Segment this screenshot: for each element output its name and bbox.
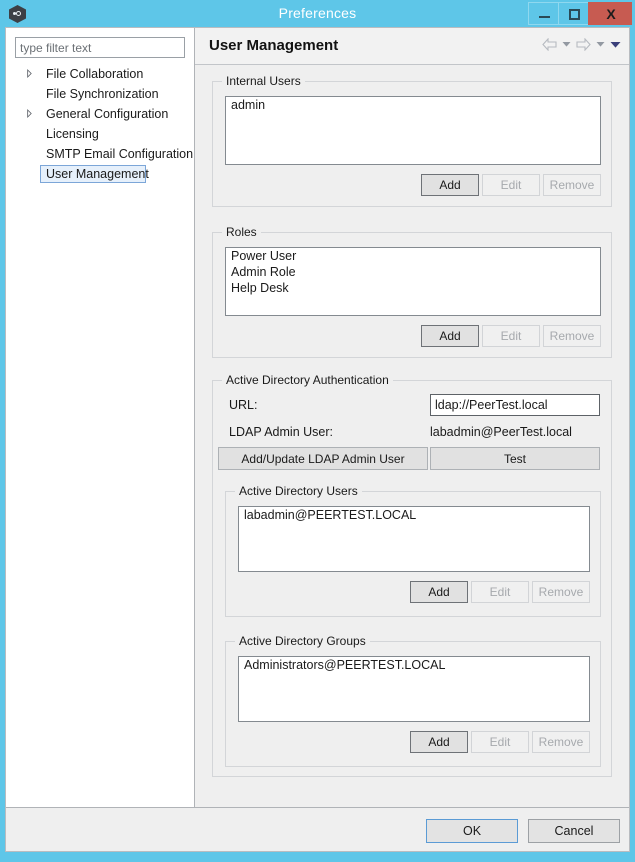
close-icon: X [606,6,616,22]
ad-users-remove-button: Remove [532,581,590,603]
active-directory-groups-group: Active Directory Groups Administrators@P… [225,634,601,767]
list-item[interactable]: Admin Role [226,264,600,280]
internal-users-list[interactable]: admin [225,96,601,165]
maximize-button[interactable] [558,2,589,25]
add-update-ldap-admin-user-button[interactable]: Add/Update LDAP Admin User [218,447,428,470]
group-title: Active Directory Users [235,484,362,498]
test-button[interactable]: Test [430,447,600,470]
page-title: User Management [209,37,339,54]
sidebar-item-user-management[interactable]: User Management [6,164,194,184]
ok-button[interactable]: OK [426,819,518,843]
sidebar-item-smtp-email-configuration[interactable]: SMTP Email Configuration [6,144,194,164]
back-arrow-icon[interactable] [542,38,557,51]
group-title: Active Directory Authentication [222,373,393,387]
roles-remove-button: Remove [543,325,601,347]
preferences-tree: File Collaboration File Synchronization … [6,64,194,184]
sidebar-item-label: File Collaboration [46,67,144,81]
window-controls: X [528,2,632,25]
dialog-body: File Collaboration File Synchronization … [5,27,630,852]
dialog-footer: OK Cancel [6,807,629,851]
ad-users-edit-button: Edit [471,581,529,603]
roles-group: Roles Power User Admin Role Help Desk Ad… [212,225,612,358]
active-directory-users-group: Active Directory Users labadmin@PEERTEST… [225,484,601,617]
navigation-icons [542,38,621,51]
expand-arrow-icon[interactable] [27,109,32,118]
internal-users-remove-button: Remove [543,174,601,196]
active-directory-authentication-group: Active Directory Authentication URL: LDA… [212,373,612,777]
close-button[interactable]: X [588,2,632,25]
sidebar-item-file-synchronization[interactable]: File Synchronization [6,84,194,104]
filter-input[interactable] [15,37,185,58]
preferences-window: Preferences X File Collaboratio [0,0,635,862]
preferences-tree-panel: File Collaboration File Synchronization … [6,28,195,807]
content-scroll-area[interactable]: Internal Users admin Add Edit Remove Rol… [195,65,629,807]
expand-arrow-icon[interactable] [27,69,32,78]
sidebar-item-file-collaboration[interactable]: File Collaboration [6,64,194,84]
group-title: Roles [222,225,261,239]
maximize-icon [569,9,580,20]
list-item[interactable]: Help Desk [226,280,600,296]
roles-add-button[interactable]: Add [421,325,479,347]
ad-groups-edit-button: Edit [471,731,529,753]
active-directory-groups-list[interactable]: Administrators@PEERTEST.LOCAL [238,656,590,722]
sidebar-item-label: User Management [46,167,149,181]
internal-users-edit-button: Edit [482,174,540,196]
ldap-admin-user-value: labadmin@PeerTest.local [430,425,572,439]
url-label: URL: [229,398,258,412]
content-panel: User Management Internal Users admin Add… [195,28,629,807]
internal-users-add-button[interactable]: Add [421,174,479,196]
ad-groups-add-button[interactable]: Add [410,731,468,753]
sidebar-item-label: File Synchronization [46,87,159,101]
content-header: User Management [195,28,629,65]
ldap-admin-user-label: LDAP Admin User: [229,425,333,439]
title-bar: Preferences X [0,0,635,27]
sidebar-item-general-configuration[interactable]: General Configuration [6,104,194,124]
minimize-button[interactable] [528,2,559,25]
forward-arrow-icon[interactable] [576,38,591,51]
roles-list[interactable]: Power User Admin Role Help Desk [225,247,601,316]
roles-edit-button: Edit [482,325,540,347]
list-item[interactable]: labadmin@PEERTEST.LOCAL [239,507,589,523]
internal-users-group: Internal Users admin Add Edit Remove [212,74,612,207]
ad-groups-remove-button: Remove [532,731,590,753]
view-menu-chevron-down-icon[interactable] [610,41,621,49]
cancel-button[interactable]: Cancel [528,819,620,843]
url-input[interactable] [430,394,600,416]
group-title: Active Directory Groups [235,634,370,648]
chevron-down-icon[interactable] [596,41,605,48]
sidebar-item-licensing[interactable]: Licensing [6,124,194,144]
list-item[interactable]: admin [226,97,600,113]
active-directory-users-list[interactable]: labadmin@PEERTEST.LOCAL [238,506,590,572]
group-title: Internal Users [222,74,305,88]
sidebar-item-label: Licensing [46,127,99,141]
ad-users-add-button[interactable]: Add [410,581,468,603]
minimize-icon [539,16,550,18]
chevron-down-icon[interactable] [562,41,571,48]
list-item[interactable]: Administrators@PEERTEST.LOCAL [239,657,589,673]
sidebar-item-label: General Configuration [46,107,169,121]
sidebar-item-label: SMTP Email Configuration [46,147,194,161]
list-item[interactable]: Power User [226,248,600,264]
